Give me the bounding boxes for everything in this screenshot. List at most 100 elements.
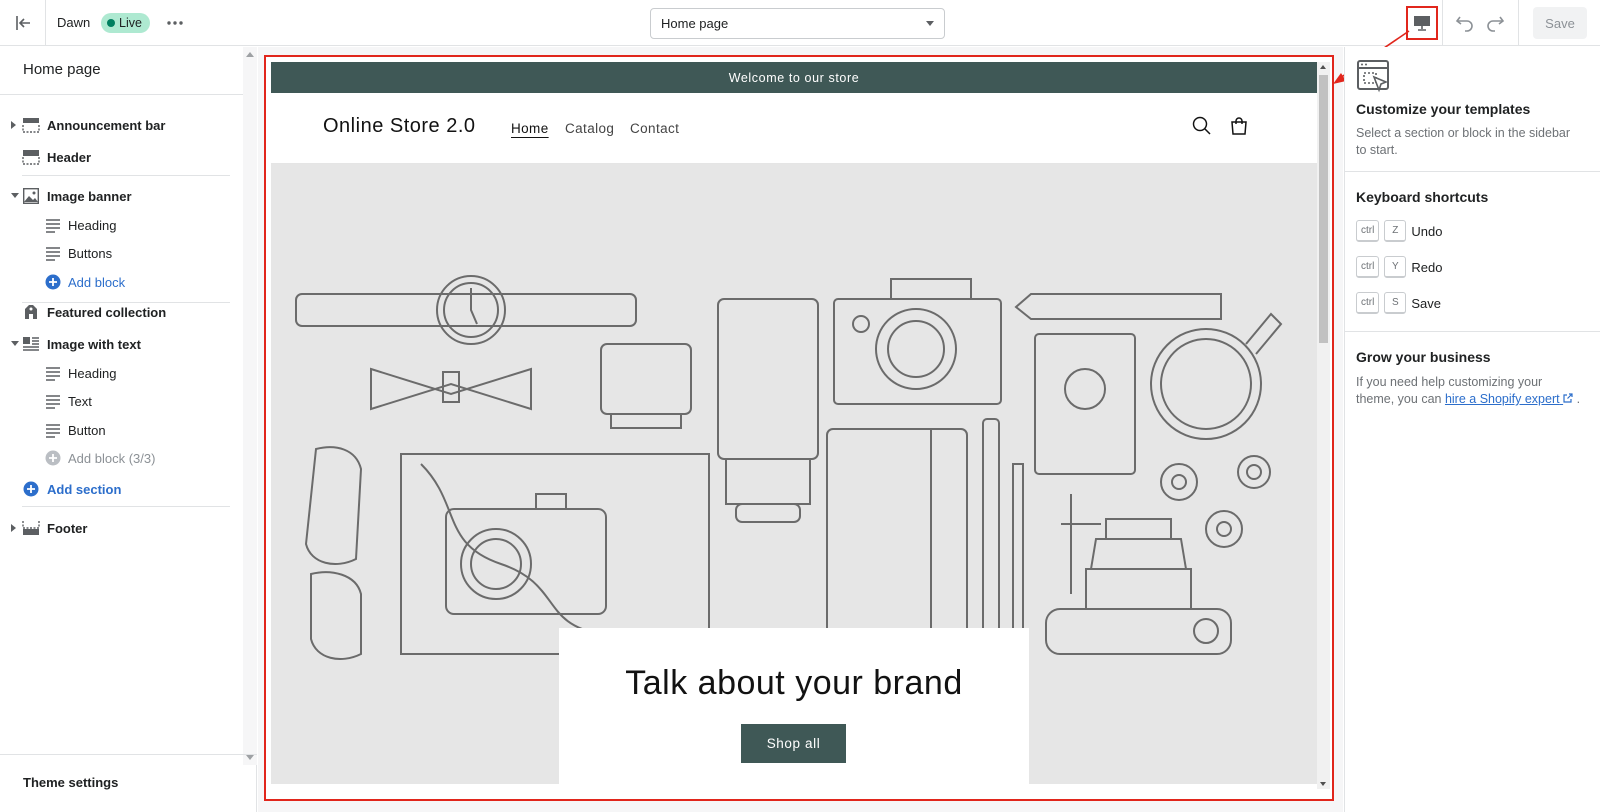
- section-announcement-bar[interactable]: Announcement bar: [0, 112, 243, 138]
- shop-all-button[interactable]: Shop all: [741, 724, 846, 763]
- section-footer[interactable]: Footer: [0, 515, 243, 541]
- block-heading[interactable]: Heading: [0, 212, 243, 238]
- store-preview-frame[interactable]: Welcome to our store Online Store 2.0 Ho…: [264, 55, 1334, 801]
- store-logo-text[interactable]: Online Store 2.0: [323, 115, 476, 138]
- block-button[interactable]: Button: [0, 417, 243, 443]
- live-badge-label: Live: [119, 16, 142, 30]
- sidebar-title: Home page: [23, 61, 101, 78]
- undo-icon: [1455, 16, 1473, 32]
- block-text[interactable]: Text: [0, 388, 243, 414]
- text-lines-icon: [46, 424, 60, 438]
- shortcut-save: ctrl S Save: [1356, 292, 1441, 314]
- banner-heading: Talk about your brand: [625, 664, 963, 702]
- add-block-label: Add block: [68, 275, 126, 290]
- scroll-up-arrow-icon[interactable]: [246, 52, 254, 57]
- scroll-up-arrow-icon[interactable]: [1320, 65, 1326, 69]
- shortcut-action: Redo: [1411, 259, 1443, 275]
- collapse-arrow-icon[interactable]: [11, 341, 19, 346]
- nav-home[interactable]: Home: [511, 121, 549, 136]
- announcement-bar: Welcome to our store: [271, 62, 1317, 93]
- toolbar-divider: [1442, 0, 1443, 46]
- add-section-label: Add section: [47, 482, 122, 497]
- search-icon[interactable]: [1191, 115, 1213, 137]
- more-actions-button[interactable]: [161, 13, 189, 33]
- divider: [22, 506, 230, 507]
- hire-expert-link[interactable]: hire a Shopify expert: [1445, 392, 1573, 406]
- section-label: Image with text: [47, 337, 141, 352]
- customize-title: Customize your templates: [1356, 101, 1531, 117]
- tag-icon: [25, 305, 37, 319]
- text-lines-icon: [46, 395, 60, 409]
- section-image-with-text[interactable]: Image with text: [0, 331, 243, 357]
- block-heading[interactable]: Heading: [0, 360, 243, 386]
- shortcut-undo: ctrl Z Undo: [1356, 220, 1442, 242]
- nav-contact[interactable]: Contact: [630, 121, 679, 136]
- shortcut-action: Undo: [1411, 223, 1443, 239]
- exit-button[interactable]: [0, 0, 46, 46]
- block-label: Heading: [68, 366, 117, 381]
- add-block-button[interactable]: Add block: [0, 269, 243, 295]
- divider: [0, 94, 243, 95]
- grow-title: Grow your business: [1356, 349, 1491, 365]
- kbd-key: S: [1384, 292, 1407, 314]
- scroll-down-arrow-icon[interactable]: [1320, 782, 1326, 786]
- save-button[interactable]: Save: [1533, 7, 1587, 39]
- undo-button[interactable]: [1453, 12, 1477, 34]
- section-label: Header: [47, 150, 92, 165]
- divider: [22, 175, 230, 176]
- collapse-arrow-icon[interactable]: [11, 193, 19, 198]
- theme-editor: Dawn Live Home page Save Home page Annou…: [0, 0, 1600, 812]
- expand-arrow-icon[interactable]: [11, 524, 16, 532]
- add-block-button-disabled: Add block (3/3): [0, 445, 243, 471]
- grow-text: If you need help customizing your theme,…: [1356, 374, 1581, 408]
- text-lines-icon: [46, 219, 60, 233]
- plus-circle-icon: [23, 481, 39, 497]
- theme-settings-button[interactable]: Theme settings: [0, 754, 257, 812]
- header-section-icon: [22, 150, 40, 165]
- preview-scrollbar[interactable]: [1317, 62, 1330, 789]
- hire-expert-link-label: hire a Shopify expert: [1444, 392, 1560, 406]
- chevron-down-icon: [926, 21, 934, 26]
- image-icon: [23, 188, 40, 205]
- live-badge: Live: [101, 13, 150, 33]
- text-lines-icon: [46, 367, 60, 381]
- block-label: Heading: [68, 218, 117, 233]
- page-select[interactable]: Home page: [650, 8, 945, 39]
- sidebar-scrollbar[interactable]: [243, 47, 257, 765]
- desktop-view-button[interactable]: [1406, 6, 1438, 40]
- store-header: Online Store 2.0 Home Catalog Contact: [271, 93, 1317, 164]
- plus-circle-icon: [45, 450, 61, 466]
- toolbar-divider: [1518, 0, 1519, 46]
- shortcut-action: Save: [1411, 295, 1441, 311]
- block-label: Button: [68, 423, 106, 438]
- live-status-dot: [107, 19, 115, 27]
- theme-name: Dawn: [57, 15, 91, 30]
- section-label: Featured collection: [47, 305, 167, 320]
- section-featured-collection[interactable]: Featured collection: [0, 299, 243, 325]
- exit-icon: [15, 16, 30, 30]
- block-buttons[interactable]: Buttons: [0, 240, 243, 266]
- nav-catalog[interactable]: Catalog: [565, 121, 614, 136]
- block-label: Text: [68, 394, 92, 409]
- scrollbar-thumb[interactable]: [1319, 75, 1328, 343]
- cart-icon[interactable]: [1228, 115, 1250, 137]
- section-header[interactable]: Header: [0, 144, 243, 170]
- block-label: Buttons: [68, 246, 113, 261]
- redo-button[interactable]: [1483, 12, 1507, 34]
- announcement-bar-icon: [22, 118, 40, 133]
- kbd-key: Y: [1384, 256, 1407, 278]
- image-with-text-icon: [23, 337, 39, 351]
- kbd-ctrl: ctrl: [1356, 220, 1380, 242]
- section-image-banner[interactable]: Image banner: [0, 183, 243, 209]
- section-label: Image banner: [47, 189, 132, 204]
- info-panel: Customize your templates Select a sectio…: [1344, 47, 1600, 812]
- expand-arrow-icon[interactable]: [11, 121, 16, 129]
- plus-circle-icon: [45, 274, 61, 290]
- top-bar: Dawn Live Home page Save: [0, 0, 1600, 46]
- kbd-ctrl: ctrl: [1356, 256, 1380, 278]
- section-label: Footer: [47, 521, 88, 536]
- add-block-label: Add block (3/3): [68, 451, 156, 466]
- text-lines-icon: [46, 247, 60, 261]
- add-section-button[interactable]: Add section: [0, 476, 243, 502]
- divider: [1345, 331, 1600, 332]
